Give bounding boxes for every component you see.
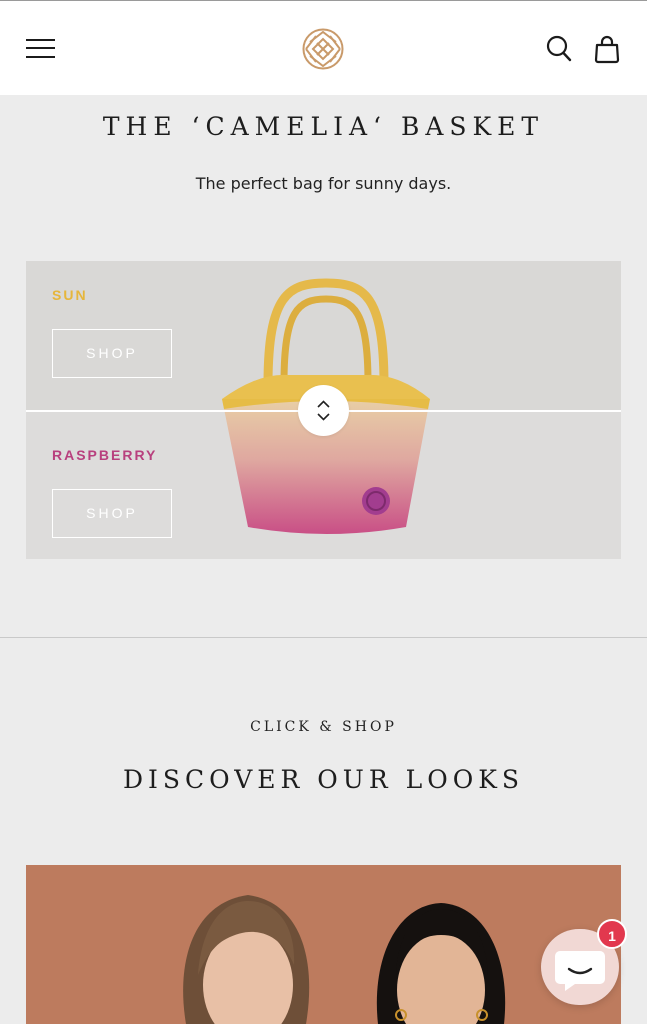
section-divider: [0, 637, 647, 638]
chat-notification-badge: 1: [597, 919, 627, 949]
chevron-up-down-icon: [317, 400, 330, 421]
looks-hero-image[interactable]: [26, 865, 621, 1024]
search-icon[interactable]: [546, 35, 572, 63]
color-compare-slider[interactable]: SUN SHOP RASPBERRY SHOP: [26, 261, 621, 559]
basket-subtitle: The perfect bag for sunny days.: [195, 174, 452, 193]
shop-sun-button[interactable]: SHOP: [52, 329, 172, 378]
variant-label-raspberry: RASPBERRY: [52, 447, 158, 463]
site-header: [0, 0, 647, 95]
looks-eyebrow: CLICK & SHOP: [250, 719, 397, 735]
brand-logo[interactable]: [302, 28, 344, 70]
shop-raspberry-button[interactable]: SHOP: [52, 489, 172, 538]
hamburger-menu-icon[interactable]: [26, 38, 55, 59]
variant-label-sun: SUN: [52, 287, 88, 303]
slider-handle[interactable]: [298, 385, 349, 436]
basket-title: THE ‘CAMELIA‘ BASKET: [102, 112, 545, 141]
looks-title: DISCOVER OUR LOOKS: [122, 765, 525, 794]
shopping-bag-icon[interactable]: [594, 34, 620, 64]
